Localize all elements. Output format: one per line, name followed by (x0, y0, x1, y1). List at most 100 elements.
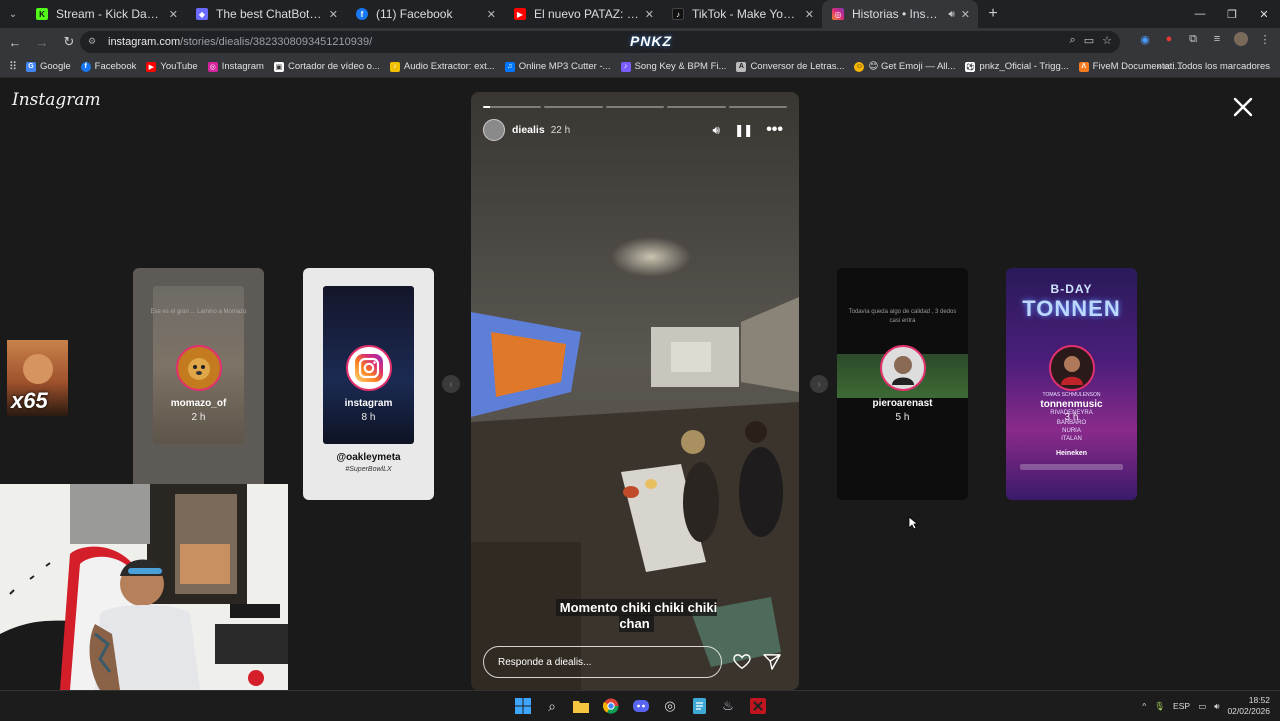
tab-title: The best ChatBot and Widgets (216, 7, 323, 21)
main-story-viewer[interactable]: diealis 22 h 🔊︎ ❚❚ ••• Momento chiki chi… (471, 92, 799, 690)
bookmark-item[interactable]: ⚽ pnkz_Oficial - Trigg... (965, 61, 1069, 72)
bookmark-item[interactable]: ◎ Instagram (207, 61, 264, 72)
close-tab-icon[interactable]: ✕ (169, 8, 178, 21)
person-avatar-icon (892, 356, 914, 385)
forward-icon[interactable]: → (30, 30, 54, 54)
kick-icon: K (36, 8, 48, 20)
network-icon[interactable]: ▭ (1198, 701, 1206, 712)
instagram-logo[interactable]: Instagram (12, 90, 101, 110)
next-story-icon[interactable]: › (810, 375, 828, 393)
extension-icon[interactable]: ● (1162, 32, 1176, 46)
story-card-momazo[interactable]: Ese es el gran ... Lamino a Momazo momaz… (133, 268, 264, 500)
volume-icon[interactable]: 🔊︎ (713, 123, 721, 138)
extensions-puzzle-icon[interactable]: ⧉ (1186, 32, 1200, 46)
chrome-icon[interactable] (602, 697, 620, 715)
close-icon[interactable] (1232, 96, 1254, 118)
tab-search-button[interactable]: ⌄ (0, 0, 26, 28)
file-explorer-icon[interactable] (572, 697, 590, 715)
microphone-icon[interactable]: 🎙︎ (1154, 701, 1165, 712)
discord-icon[interactable] (632, 697, 650, 715)
clock[interactable]: 18:52 02/02/2026 (1227, 695, 1270, 717)
notepad-icon[interactable] (690, 697, 708, 715)
tab-kick[interactable]: K Stream - Kick Dashboard ✕ (26, 0, 186, 28)
windows-taskbar: ⌕ ◎ ♨ ^ 🎙︎ ESP ▭ 🔊︎ 18:52 02/02/2026 (0, 690, 1280, 720)
bookmark-label: YouTube (160, 61, 198, 72)
new-tab-button[interactable]: + (978, 5, 1008, 23)
poster-line: ITALAN (1061, 436, 1082, 442)
reload-icon[interactable]: ↻ (57, 30, 81, 54)
bookmarks-overflow-button[interactable]: » (1157, 61, 1162, 72)
menu-kebab-icon[interactable]: ⋮ (1258, 32, 1272, 46)
send-icon[interactable] (763, 654, 781, 670)
site-info-icon[interactable]: ⚙ (88, 36, 100, 48)
tab-title: TikTok - Make Your Day (692, 7, 799, 21)
pause-icon[interactable]: ❚❚ (734, 123, 753, 137)
tab-strip: ⌄ K Stream - Kick Dashboard ✕ ◆ The best… (0, 0, 1280, 28)
more-options-icon[interactable]: ••• (766, 121, 783, 139)
bookmark-item[interactable]: ▣ Cortador de vídeo o... (273, 61, 380, 72)
reply-input[interactable]: Responde a diealis... (483, 646, 722, 678)
obs-icon[interactable]: ◎ (661, 697, 679, 715)
speaker-icon[interactable]: 🔊︎ (948, 9, 954, 20)
bookmark-item[interactable]: ♫ Online MP3 Cutter -... (504, 61, 611, 72)
tray-overflow-icon[interactable]: ^ (1142, 701, 1146, 711)
close-tab-icon[interactable]: ✕ (645, 8, 654, 21)
address-bar[interactable]: ⚙ instagram.com/stories/diealis/38233080… (80, 31, 1120, 53)
bookmark-item[interactable]: f Facebook (80, 61, 136, 72)
tab-chatbot[interactable]: ◆ The best ChatBot and Widgets ✕ (186, 0, 346, 28)
close-window-icon[interactable]: ✕ (1248, 0, 1280, 28)
close-tab-icon[interactable]: ✕ (805, 8, 814, 21)
back-icon[interactable]: ← (3, 30, 27, 54)
media-control-icon[interactable]: ≡ (1210, 32, 1224, 46)
bookmark-star-icon[interactable]: ☆ (1102, 34, 1112, 47)
tab-tiktok[interactable]: ♪ TikTok - Make Your Day ✕ (662, 0, 822, 28)
bookmark-label: pnkz_Oficial - Trigg... (979, 61, 1069, 72)
maximize-icon[interactable]: ❐ (1216, 0, 1248, 28)
bookmark-item[interactable]: A Conversor de Letras... (736, 61, 844, 72)
poster-title: TONNEN (1022, 296, 1121, 321)
face-image (23, 354, 53, 384)
language-indicator[interactable]: ESP (1173, 701, 1190, 711)
progress-segment (667, 106, 726, 108)
search-icon[interactable]: ⌕ (543, 697, 561, 715)
bookmark-item[interactable]: ♪ Song Key & BPM Fi... (620, 61, 726, 72)
extension-icon[interactable]: ◉ (1138, 32, 1152, 46)
bookmark-item[interactable]: ♪ Audio Extractor: ext... (389, 61, 495, 72)
windows-start-icon[interactable] (514, 697, 532, 715)
all-bookmarks-button[interactable]: ▭ Todos los marcadores (1163, 61, 1270, 72)
bookmark-label: Cortador de vídeo o... (287, 61, 380, 72)
volume-icon[interactable]: 🔊︎ (1214, 701, 1219, 712)
story-username[interactable]: diealis (512, 124, 545, 136)
steam-icon[interactable]: ♨ (719, 697, 737, 715)
close-tab-icon[interactable]: ✕ (961, 8, 970, 21)
close-tab-icon[interactable]: ✕ (487, 8, 496, 21)
tab-instagram[interactable]: ◎ Historias • Instagram 🔊︎ ✕ (822, 0, 978, 28)
webcam-overlay (0, 484, 288, 690)
zoom-icon[interactable]: ⌕ (1070, 34, 1076, 47)
story-card-tonnenmusic[interactable]: B-DAY TONNEN TOMAS SCHMULENSON tonnenmus… (1006, 268, 1137, 500)
apps-grid-icon[interactable]: ⠿ (0, 60, 26, 73)
story-time: 22 h (550, 124, 571, 136)
avatar (880, 345, 926, 391)
cast-icon[interactable]: ▭ (1084, 34, 1094, 47)
avatar (1049, 345, 1095, 391)
avatar[interactable] (483, 119, 505, 141)
tab-title: (11) Facebook (376, 7, 453, 21)
app-icon[interactable] (749, 697, 767, 715)
close-tab-icon[interactable]: ✕ (329, 8, 338, 21)
previous-story-icon[interactable]: ‹ (442, 375, 460, 393)
bookmark-item[interactable]: G Google (26, 61, 71, 72)
bookmark-item[interactable]: ☺ 😊 Get Emoji — All... (854, 61, 955, 72)
minimize-icon[interactable]: — (1184, 0, 1216, 28)
tab-youtube[interactable]: ▶ El nuevo PATAZ: Secu3stro, bala ✕ (504, 0, 662, 28)
profile-avatar[interactable] (1234, 32, 1248, 46)
story-card-instagram[interactable]: instagram 8 h @oakleymeta #SuperBowlLX (303, 268, 434, 500)
heart-icon[interactable] (733, 654, 751, 670)
progress-segment (483, 106, 542, 108)
story-card-pieroarenast[interactable]: Todavía queda algo de calidad , 3 dedos … (837, 268, 968, 500)
bookmark-item[interactable]: ▶ YouTube (146, 61, 198, 72)
tab-facebook[interactable]: f (11) Facebook ✕ (346, 0, 504, 28)
person-avatar-icon (1061, 356, 1083, 385)
bookmarks-bar: ⠿ G Google f Facebook ▶ YouTube ◎ Instagram … (0, 56, 1280, 78)
story-thumbnail-partial[interactable]: x65 (7, 340, 68, 416)
